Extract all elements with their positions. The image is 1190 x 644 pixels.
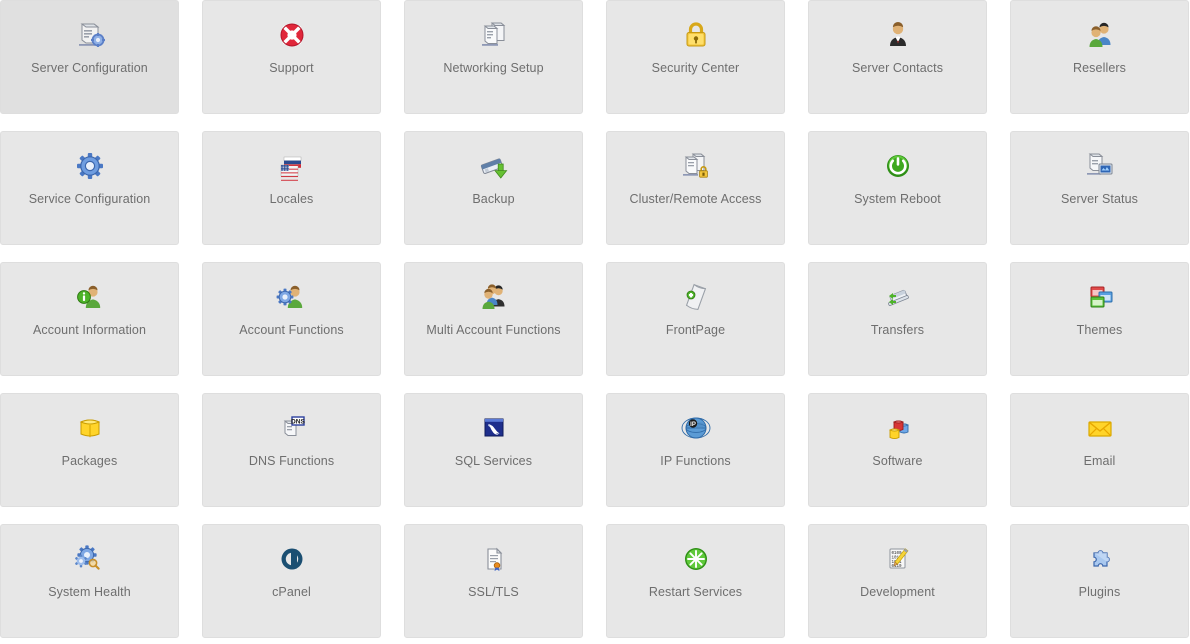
tile-locales[interactable]: Locales bbox=[202, 131, 381, 245]
tile-label: Themes bbox=[1076, 323, 1123, 337]
tile-label: Multi Account Functions bbox=[426, 323, 561, 337]
tile-dns-functions[interactable]: DNS DNS Functions bbox=[202, 393, 381, 507]
cpanel-logo-icon bbox=[275, 542, 309, 576]
tile-label: Backup bbox=[472, 192, 515, 206]
padlock-icon bbox=[679, 18, 713, 52]
tile-server-configuration[interactable]: Server Configuration bbox=[0, 0, 179, 114]
tile-label: SQL Services bbox=[454, 454, 533, 468]
tile-label: Account Information bbox=[32, 323, 147, 337]
tile-sql-services[interactable]: SQL Services bbox=[404, 393, 583, 507]
tile-label: Development bbox=[860, 585, 935, 599]
svg-text:IP: IP bbox=[690, 422, 696, 428]
tile-cluster-remote-access[interactable]: Cluster/Remote Access bbox=[606, 131, 785, 245]
tile-label: Locales bbox=[269, 192, 314, 206]
tile-account-functions[interactable]: Account Functions bbox=[202, 262, 381, 376]
puzzle-piece-icon bbox=[1083, 542, 1117, 576]
certificate-icon bbox=[477, 542, 511, 576]
tile-packages[interactable]: Packages bbox=[0, 393, 179, 507]
tile-label: FrontPage bbox=[665, 323, 726, 337]
tile-label: Restart Services bbox=[648, 585, 743, 599]
tile-label: Plugins bbox=[1078, 585, 1121, 599]
tape-download-icon bbox=[477, 149, 511, 183]
whm-feature-grid: Server Configuration Support Networking … bbox=[0, 0, 1189, 638]
tile-email[interactable]: Email bbox=[1010, 393, 1189, 507]
tile-label: System Reboot bbox=[854, 192, 941, 206]
tile-label: Networking Setup bbox=[443, 61, 544, 75]
tile-label: cPanel bbox=[272, 585, 311, 599]
lifebuoy-icon bbox=[275, 18, 309, 52]
tile-server-contacts[interactable]: Server Contacts bbox=[808, 0, 987, 114]
tile-label: SSL/TLS bbox=[468, 585, 519, 599]
code-pencil-icon: 0100 1011 1001 0110 bbox=[881, 542, 915, 576]
tile-ssl-tls[interactable]: SSL/TLS bbox=[404, 524, 583, 638]
tile-system-reboot[interactable]: System Reboot bbox=[808, 131, 987, 245]
tile-support[interactable]: Support bbox=[202, 0, 381, 114]
gears-magnifier-icon bbox=[73, 542, 107, 576]
green-power-icon bbox=[881, 149, 915, 183]
tile-resellers[interactable]: Resellers bbox=[1010, 0, 1189, 114]
tile-networking-setup[interactable]: Networking Setup bbox=[404, 0, 583, 114]
servers-lock-icon bbox=[679, 149, 713, 183]
tile-transfers[interactable]: Transfers bbox=[808, 262, 987, 376]
tile-label: Email bbox=[1083, 454, 1116, 468]
server-gear-icon bbox=[73, 18, 107, 52]
mysql-dolphin-icon bbox=[477, 411, 511, 445]
tile-label: Account Functions bbox=[239, 323, 344, 337]
tile-backup[interactable]: Backup bbox=[404, 131, 583, 245]
tile-label: Resellers bbox=[1073, 61, 1126, 75]
tile-ip-functions[interactable]: IP IP Functions bbox=[606, 393, 785, 507]
tile-label: Cluster/Remote Access bbox=[629, 192, 762, 206]
tile-label: Transfers bbox=[870, 323, 925, 337]
tile-label: IP Functions bbox=[660, 454, 731, 468]
colored-blocks-icon bbox=[881, 411, 915, 445]
person-info-icon bbox=[73, 280, 107, 314]
tile-label: Software bbox=[872, 454, 923, 468]
tile-plugins[interactable]: Plugins bbox=[1010, 524, 1189, 638]
envelope-icon bbox=[1083, 411, 1117, 445]
server-monitor-icon bbox=[1083, 149, 1117, 183]
tile-security-center[interactable]: Security Center bbox=[606, 0, 785, 114]
svg-text:0110: 0110 bbox=[891, 565, 902, 569]
tile-label: Support bbox=[269, 61, 314, 75]
tile-label: Server Configuration bbox=[31, 61, 148, 75]
frontpage-page-icon bbox=[679, 280, 713, 314]
tile-software[interactable]: Software bbox=[808, 393, 987, 507]
person-suit-icon bbox=[881, 18, 915, 52]
tile-multi-account-functions[interactable]: Multi Account Functions bbox=[404, 262, 583, 376]
two-people-icon bbox=[1083, 18, 1117, 52]
tile-cpanel[interactable]: cPanel bbox=[202, 524, 381, 638]
tile-label: Service Configuration bbox=[28, 192, 151, 206]
two-servers-icon bbox=[477, 18, 511, 52]
yellow-box-icon bbox=[73, 411, 107, 445]
tile-themes[interactable]: Themes bbox=[1010, 262, 1189, 376]
three-people-icon bbox=[477, 280, 511, 314]
windows-stack-icon bbox=[1083, 280, 1117, 314]
tile-restart-services[interactable]: Restart Services bbox=[606, 524, 785, 638]
tile-label: System Health bbox=[48, 585, 131, 599]
globe-ip-icon: IP bbox=[679, 411, 713, 445]
tile-label: Security Center bbox=[651, 61, 740, 75]
flags-icon bbox=[275, 149, 309, 183]
tile-label: Server Contacts bbox=[851, 61, 944, 75]
tile-account-information[interactable]: Account Information bbox=[0, 262, 179, 376]
tile-development[interactable]: 0100 1011 1001 0110 Development bbox=[808, 524, 987, 638]
svg-text:DNS: DNS bbox=[291, 418, 306, 425]
tile-label: Server Status bbox=[1060, 192, 1139, 206]
person-gear-icon bbox=[275, 280, 309, 314]
tile-service-configuration[interactable]: Service Configuration bbox=[0, 131, 179, 245]
tile-frontpage[interactable]: FrontPage bbox=[606, 262, 785, 376]
tile-label: DNS Functions bbox=[248, 454, 335, 468]
green-burst-icon bbox=[679, 542, 713, 576]
tile-server-status[interactable]: Server Status bbox=[1010, 131, 1189, 245]
transfer-plug-icon bbox=[881, 280, 915, 314]
dns-server-icon: DNS bbox=[275, 411, 309, 445]
tile-label: Packages bbox=[61, 454, 118, 468]
blue-gear-icon bbox=[73, 149, 107, 183]
tile-system-health[interactable]: System Health bbox=[0, 524, 179, 638]
